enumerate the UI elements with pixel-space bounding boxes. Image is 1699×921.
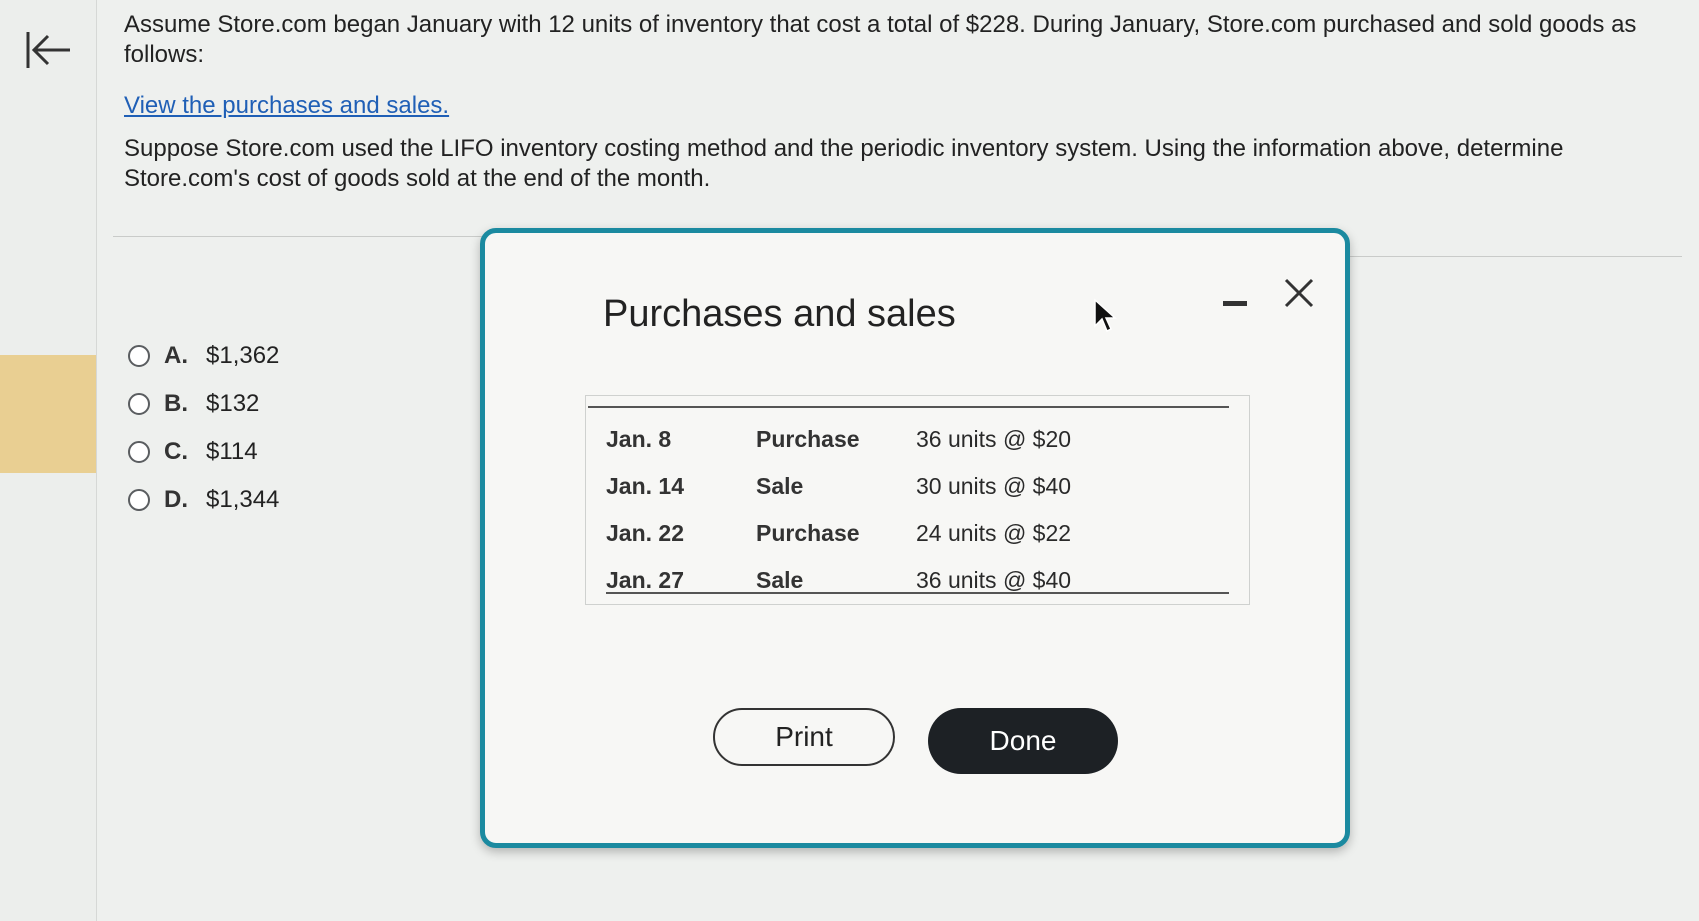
row-date: Jan. 8: [606, 426, 672, 452]
mouse-pointer-icon: [1093, 298, 1117, 334]
row-detail: 36 units @ $20: [916, 426, 1072, 452]
choice-value: $1,362: [206, 342, 280, 369]
table-rule-bottom: [606, 592, 1229, 594]
done-button[interactable]: Done: [928, 708, 1118, 774]
table-rule-top: [588, 406, 1229, 408]
row-date: Jan. 27: [606, 567, 684, 593]
question-content: Assume Store.com began January with 12 u…: [124, 10, 1684, 194]
divider-right: [1350, 256, 1682, 257]
table-row: Jan. 22 Purchase 24 units @ $22: [606, 510, 1216, 557]
print-button[interactable]: Print: [713, 708, 895, 766]
choice-value: $132: [206, 390, 260, 417]
radio-d[interactable]: [128, 489, 150, 511]
radio-b[interactable]: [128, 393, 150, 415]
purchases-table-box: Jan. 8 Purchase 36 units @ $20 Jan. 14 S…: [585, 395, 1250, 605]
choice-value: $114: [206, 438, 258, 465]
row-detail: 36 units @ $40: [916, 567, 1072, 593]
table-row: Jan. 8 Purchase 36 units @ $20: [606, 416, 1216, 463]
rail-highlight: [0, 355, 96, 473]
row-date: Jan. 14: [606, 473, 684, 499]
choice-letter: B.: [164, 390, 188, 417]
row-type: Purchase: [756, 520, 860, 546]
answer-choices: A. $1,362 B. $132 C. $114 D. $1,344: [128, 332, 279, 524]
row-detail: 24 units @ $22: [916, 520, 1072, 546]
table-row: Jan. 27 Sale 36 units @ $40: [606, 557, 1216, 604]
choice-value: $1,344: [206, 486, 280, 513]
choice-a[interactable]: A. $1,362: [128, 332, 279, 380]
purchases-sales-modal: Purchases and sales Jan. 8 Purchase 36 u…: [480, 228, 1350, 848]
divider-left: [113, 236, 483, 237]
radio-c[interactable]: [128, 441, 150, 463]
close-icon[interactable]: [1281, 275, 1317, 311]
back-arrow-icon[interactable]: [24, 28, 74, 72]
question-intro: Assume Store.com began January with 12 u…: [124, 11, 1637, 68]
row-type: Sale: [756, 473, 804, 499]
purchases-table: Jan. 8 Purchase 36 units @ $20 Jan. 14 S…: [606, 416, 1216, 604]
choice-b[interactable]: B. $132: [128, 380, 279, 428]
question-prompt: Suppose Store.com used the LIFO inventor…: [124, 135, 1564, 192]
radio-a[interactable]: [128, 345, 150, 367]
row-detail: 30 units @ $40: [916, 473, 1072, 499]
table-row: Jan. 14 Sale 30 units @ $40: [606, 463, 1216, 510]
minimize-icon[interactable]: [1221, 289, 1249, 317]
view-purchases-link[interactable]: View the purchases and sales.: [124, 92, 449, 120]
choice-letter: D.: [164, 486, 188, 513]
modal-title: Purchases and sales: [603, 293, 956, 335]
row-type: Purchase: [756, 426, 860, 452]
choice-d[interactable]: D. $1,344: [128, 476, 279, 524]
row-type: Sale: [756, 567, 804, 593]
choice-letter: A.: [164, 342, 188, 369]
row-date: Jan. 22: [606, 520, 684, 546]
left-rail: [0, 0, 97, 921]
choice-letter: C.: [164, 438, 188, 465]
choice-c[interactable]: C. $114: [128, 428, 279, 476]
